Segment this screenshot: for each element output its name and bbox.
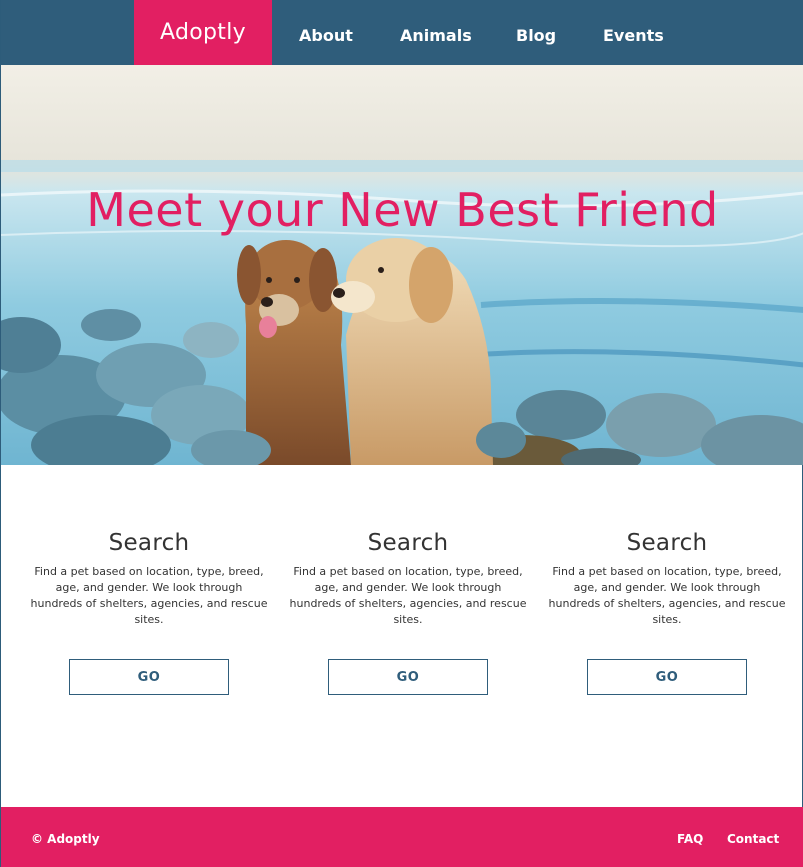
site-footer: © Adoptly FAQ Contact bbox=[1, 807, 803, 867]
brand-logo[interactable]: Adoptly bbox=[134, 0, 272, 65]
feature-card-2: Search Find a pet based on location, typ… bbox=[288, 530, 528, 628]
hero-headline: Meet your New Best Friend bbox=[86, 183, 719, 237]
feature-card-1: Search Find a pet based on location, typ… bbox=[29, 530, 269, 628]
feature-description: Find a pet based on location, type, bree… bbox=[548, 565, 786, 626]
feature-description: Find a pet based on location, type, bree… bbox=[30, 565, 268, 626]
feature-title: Search bbox=[108, 530, 190, 556]
footer-copyright: © Adoptly bbox=[31, 832, 100, 846]
go-button-1[interactable]: GO bbox=[69, 659, 229, 695]
feature-description: Find a pet based on location, type, bree… bbox=[289, 565, 527, 626]
hero-banner: Meet your New Best Friend bbox=[1, 65, 803, 465]
top-navbar: Adoptly About Animals Blog Events bbox=[1, 0, 803, 65]
nav-link-animals[interactable]: Animals bbox=[400, 0, 472, 70]
nav-link-blog[interactable]: Blog bbox=[516, 0, 556, 70]
feature-title: Search bbox=[626, 530, 708, 556]
feature-title: Search bbox=[367, 530, 449, 556]
nav-link-events[interactable]: Events bbox=[603, 0, 664, 70]
go-button-2[interactable]: GO bbox=[328, 659, 488, 695]
feature-card-3: Search Find a pet based on location, typ… bbox=[547, 530, 787, 628]
footer-link-faq[interactable]: FAQ bbox=[677, 807, 703, 867]
nav-link-about[interactable]: About bbox=[299, 0, 353, 70]
go-button-3[interactable]: GO bbox=[587, 659, 747, 695]
footer-link-contact[interactable]: Contact bbox=[727, 807, 779, 867]
hero-dogs-photo bbox=[1, 65, 803, 465]
